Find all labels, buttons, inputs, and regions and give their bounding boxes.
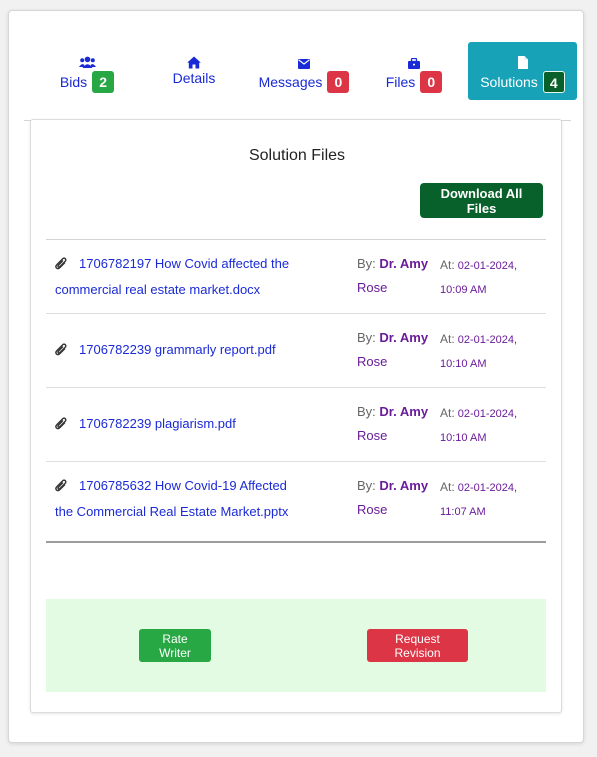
file-link[interactable]: 1706782239 grammarly report.pdf	[79, 342, 276, 357]
paperclip-icon	[55, 254, 69, 278]
author-name: Dr. Amy	[379, 330, 429, 345]
by-label: By:	[357, 478, 376, 493]
messages-count-badge: 0	[327, 71, 350, 93]
tab-details[interactable]: Details	[154, 42, 234, 100]
tab-bids[interactable]: Bids 2	[44, 42, 130, 100]
at-label: At:	[440, 480, 455, 494]
upload-date: 02-01-2024,	[457, 408, 518, 420]
tab-files[interactable]: Files 0	[379, 42, 449, 100]
files-table: 1706782197 How Covid affected the commer…	[46, 239, 546, 535]
author-name: Dr. Amy	[379, 404, 429, 419]
upload-date: 02-01-2024,	[457, 260, 518, 272]
author-name-2: Rose	[357, 354, 388, 369]
solutions-count-badge: 4	[542, 71, 565, 93]
solution-files-title: Solution Files	[248, 147, 346, 164]
tab-messages-label: Messages	[258, 74, 323, 90]
tab-details-label: Details	[172, 70, 216, 86]
table-bottom-border	[46, 541, 546, 543]
by-label: By:	[357, 404, 376, 419]
at-label: At:	[440, 332, 455, 346]
tab-solutions[interactable]: Solutions 4	[468, 42, 577, 100]
author-name: Dr. Amy	[379, 256, 429, 271]
bids-count-badge: 2	[92, 71, 115, 93]
table-row: 1706782197 How Covid affected the commer…	[46, 239, 546, 313]
upload-time: 10:09 AM	[440, 284, 487, 296]
upload-time: 10:10 AM	[440, 432, 487, 444]
rate-writer-button[interactable]: Rate Writer	[139, 629, 211, 662]
upload-date: 02-01-2024,	[457, 482, 518, 494]
file-icon	[517, 51, 528, 69]
upload-time: 10:10 AM	[440, 358, 487, 370]
tab-bar: Bids 2 Details Messages 0 Files 0 Soluti…	[24, 42, 577, 112]
request-revision-button[interactable]: Request Revision	[367, 629, 468, 662]
tab-bids-label: Bids	[59, 74, 88, 90]
paperclip-icon	[55, 340, 69, 364]
envelope-icon	[298, 51, 310, 69]
upload-time: 11:07 AM	[440, 506, 486, 518]
download-all-button[interactable]: Download All Files	[420, 183, 543, 218]
author-name-2: Rose	[357, 280, 388, 295]
files-count-badge: 0	[420, 71, 443, 93]
paperclip-icon	[55, 414, 69, 438]
briefcase-icon	[408, 51, 420, 69]
paperclip-icon	[55, 476, 69, 500]
author-name-2: Rose	[357, 502, 388, 517]
by-label: By:	[357, 330, 376, 345]
by-label: By:	[357, 256, 376, 271]
tab-messages[interactable]: Messages 0	[257, 42, 351, 100]
table-row: 1706782239 grammarly report.pdf By: Dr. …	[46, 313, 546, 387]
tab-files-label: Files	[385, 74, 416, 90]
file-link[interactable]: 1706782239 plagiarism.pdf	[79, 416, 236, 431]
table-row: 1706785632 How Covid-19 Affected the Com…	[46, 461, 546, 535]
file-link[interactable]: 1706782197 How Covid affected the commer…	[55, 256, 289, 297]
upload-date: 02-01-2024,	[457, 334, 518, 346]
tab-solutions-label: Solutions	[480, 74, 538, 90]
table-row: 1706782239 plagiarism.pdf By: Dr. Amy Ros…	[46, 387, 546, 461]
at-label: At:	[440, 258, 455, 272]
author-name: Dr. Amy	[379, 478, 429, 493]
file-link[interactable]: 1706785632 How Covid-19 Affected the Com…	[55, 478, 288, 519]
author-name-2: Rose	[357, 428, 388, 443]
at-label: At:	[440, 406, 455, 420]
solution-files-card: Solution Files Download All Files 170678…	[30, 119, 562, 713]
action-bar: Rate Writer Request Revision	[46, 599, 546, 692]
home-icon	[187, 51, 201, 69]
users-icon	[78, 51, 96, 69]
